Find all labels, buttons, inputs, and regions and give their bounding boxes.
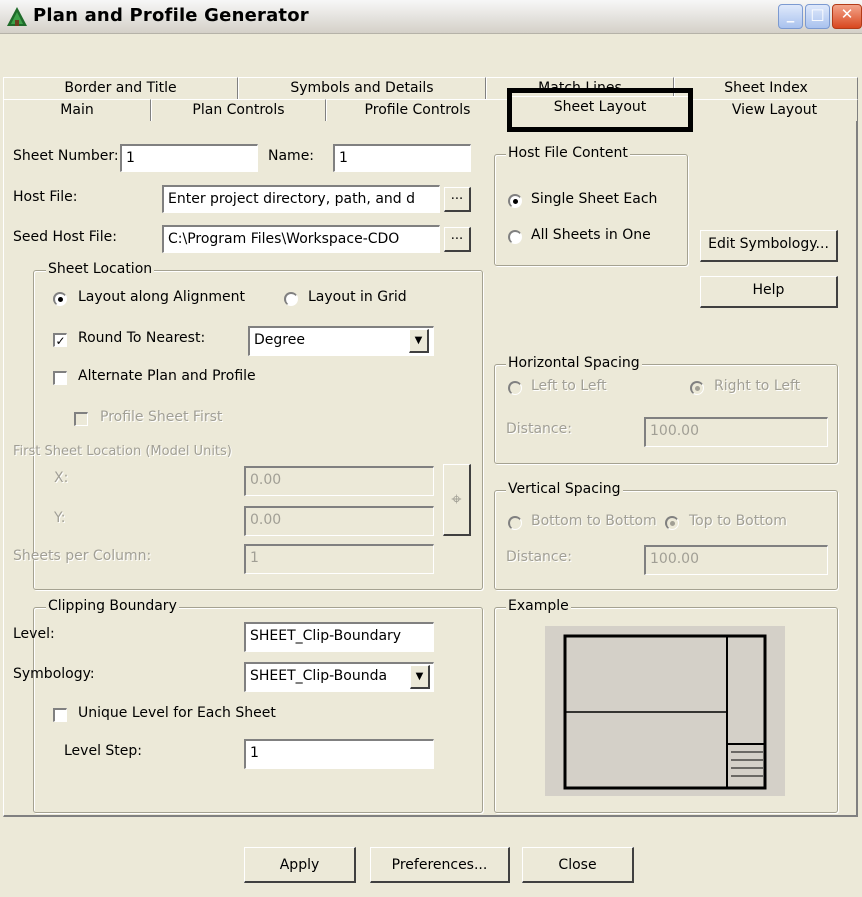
seed-host-file-input[interactable]: C:\Program Files\Workspace-CDO — [162, 225, 440, 253]
chevron-down-icon[interactable]: ▼ — [409, 329, 429, 353]
unique-level-label: Unique Level for Each Sheet — [78, 705, 276, 721]
horizontal-spacing-legend: Horizontal Spacing — [506, 355, 642, 371]
right-to-left-radio[interactable] — [690, 381, 704, 395]
layout-along-alignment-label: Layout along Alignment — [78, 289, 246, 305]
bottom-to-bottom-label: Bottom to Bottom — [531, 513, 657, 529]
example-preview — [545, 626, 785, 796]
seed-host-file-label: Seed Host File: — [13, 229, 117, 245]
host-file-label: Host File: — [13, 189, 78, 205]
name-label: Name: — [268, 148, 315, 164]
host-file-content-legend: Host File Content — [506, 145, 630, 161]
top-to-bottom-label: Top to Bottom — [689, 513, 787, 529]
edit-symbology-button[interactable]: Edit Symbology... — [700, 230, 838, 262]
sheets-per-column-input[interactable]: 1 — [244, 544, 434, 574]
close-icon: ✕ — [840, 5, 854, 23]
vertical-distance-label: Distance: — [506, 549, 572, 565]
host-file-input[interactable]: Enter project directory, path, and d — [162, 185, 440, 213]
symbology-select[interactable]: SHEET_Clip-Bounda — [244, 662, 434, 692]
minimize-icon: _ — [786, 5, 795, 23]
all-sheets-in-one-label: All Sheets in One — [531, 227, 651, 243]
radio-dot — [513, 199, 518, 204]
first-sheet-location-label: First Sheet Location (Model Units) — [13, 444, 232, 459]
alternate-plan-profile-checkbox[interactable] — [53, 371, 67, 385]
layout-in-grid-radio[interactable] — [284, 292, 298, 306]
sheet-number-input[interactable]: 1 — [120, 144, 258, 172]
preferences-button[interactable]: Preferences... — [370, 847, 510, 883]
level-step-input[interactable]: 1 — [244, 739, 434, 769]
tab-sheet-index[interactable]: Sheet Index — [674, 77, 858, 99]
clipping-boundary-legend: Clipping Boundary — [46, 598, 179, 614]
profile-sheet-first-checkbox[interactable] — [74, 412, 88, 426]
sheet-layout-preview-icon — [563, 634, 767, 790]
sheet-number-label: Sheet Number: — [13, 148, 119, 164]
host-file-content-group — [494, 154, 688, 266]
radio-dot — [695, 386, 700, 391]
left-to-left-label: Left to Left — [531, 378, 607, 394]
level-input[interactable]: SHEET_Clip-Boundary — [244, 622, 434, 652]
layout-along-alignment-radio[interactable] — [53, 292, 67, 306]
alternate-plan-profile-label: Alternate Plan and Profile — [78, 368, 256, 384]
all-sheets-in-one-radio[interactable] — [508, 230, 522, 244]
tab-border-and-title[interactable]: Border and Title — [3, 77, 238, 99]
round-to-nearest-select[interactable]: Degree — [248, 326, 434, 356]
round-to-nearest-checkbox[interactable]: ✓ — [53, 333, 67, 347]
symbology-label: Symbology: — [13, 666, 95, 682]
horizontal-distance-label: Distance: — [506, 421, 572, 437]
single-sheet-each-radio[interactable] — [508, 194, 522, 208]
maximize-button[interactable]: □ — [805, 4, 830, 29]
seed-host-file-browse-button[interactable]: ... — [444, 227, 471, 252]
tab-profile-controls[interactable]: Profile Controls — [326, 99, 509, 121]
radio-dot — [58, 297, 63, 302]
x-label: X: — [54, 470, 69, 486]
pick-location-button[interactable]: ⌖ — [443, 464, 471, 536]
level-label: Level: — [13, 626, 55, 642]
chevron-down-icon[interactable]: ▼ — [410, 665, 430, 689]
close-window-button[interactable]: ✕ — [832, 4, 862, 29]
apply-button[interactable]: Apply — [244, 847, 356, 883]
bottom-to-bottom-radio[interactable] — [508, 516, 522, 530]
tab-view-layout[interactable]: View Layout — [691, 99, 858, 121]
crosshair-icon: ⌖ — [451, 489, 462, 510]
round-to-nearest-label: Round To Nearest: — [78, 330, 206, 346]
vertical-spacing-group — [494, 490, 838, 590]
close-button[interactable]: Close — [522, 847, 634, 883]
horizontal-distance-input[interactable]: 100.00 — [644, 417, 828, 447]
unique-level-checkbox[interactable] — [53, 708, 67, 722]
maximize-icon: □ — [810, 5, 825, 23]
left-to-left-radio[interactable] — [508, 381, 522, 395]
tab-symbols-and-details[interactable]: Symbols and Details — [238, 77, 486, 99]
x-coordinate-input[interactable]: 0.00 — [244, 466, 434, 496]
y-coordinate-input[interactable]: 0.00 — [244, 506, 434, 536]
top-to-bottom-radio[interactable] — [665, 516, 679, 530]
right-to-left-label: Right to Left — [714, 378, 801, 394]
sheet-location-group — [33, 270, 483, 590]
example-legend: Example — [506, 598, 571, 614]
name-input[interactable]: 1 — [333, 144, 471, 172]
tab-main[interactable]: Main — [3, 99, 151, 121]
single-sheet-each-label: Single Sheet Each — [531, 191, 658, 207]
window-title: Plan and Profile Generator — [33, 5, 309, 26]
active-tab-highlight — [507, 88, 693, 132]
tab-plan-controls[interactable]: Plan Controls — [151, 99, 326, 121]
app-icon — [7, 7, 27, 26]
sheet-location-legend: Sheet Location — [46, 261, 155, 277]
minimize-button[interactable]: _ — [778, 4, 803, 29]
level-step-label: Level Step: — [64, 743, 142, 759]
host-file-browse-button[interactable]: ... — [444, 187, 471, 212]
vertical-distance-input[interactable]: 100.00 — [644, 545, 828, 575]
vertical-spacing-legend: Vertical Spacing — [506, 481, 623, 497]
layout-in-grid-label: Layout in Grid — [308, 289, 407, 305]
sheets-per-column-label: Sheets per Column: — [13, 548, 152, 564]
radio-dot — [670, 521, 675, 526]
help-button[interactable]: Help — [700, 276, 838, 308]
y-label: Y: — [54, 510, 66, 526]
profile-sheet-first-label: Profile Sheet First — [100, 409, 223, 425]
